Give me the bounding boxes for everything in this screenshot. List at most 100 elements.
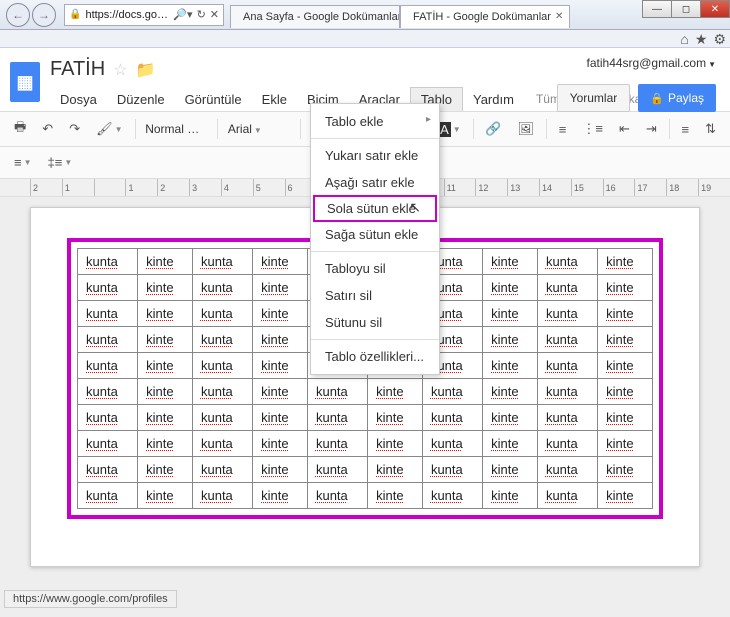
align-button[interactable]: ≡ — [675, 118, 695, 141]
table-cell[interactable]: kinte — [138, 353, 193, 379]
table-cell[interactable]: kinte — [483, 327, 538, 353]
table-cell[interactable]: kinte — [368, 483, 423, 509]
home-icon[interactable]: ⌂ — [680, 31, 688, 48]
table-cell[interactable]: kinte — [138, 405, 193, 431]
table-cell[interactable]: kinte — [483, 483, 538, 509]
table-cell[interactable]: kinte — [138, 379, 193, 405]
table-cell[interactable]: kinte — [253, 457, 308, 483]
decrease-indent-button[interactable]: ⇤ — [613, 117, 636, 141]
redo-button[interactable]: ↷ — [63, 117, 86, 141]
table-cell[interactable]: kinte — [483, 353, 538, 379]
table-cell[interactable]: kinte — [598, 431, 653, 457]
table-cell[interactable]: kunta — [78, 483, 138, 509]
window-maximize-button[interactable]: ◻ — [671, 0, 701, 18]
table-cell[interactable]: kunta — [78, 431, 138, 457]
table-cell[interactable]: kinte — [368, 431, 423, 457]
table-cell[interactable]: kunta — [307, 483, 367, 509]
insert-link-button[interactable]: 🔗 — [479, 117, 507, 141]
table-cell[interactable]: kunta — [78, 301, 138, 327]
table-cell[interactable]: kunta — [537, 327, 597, 353]
favorites-icon[interactable]: ★ — [695, 31, 708, 48]
numbered-list-button[interactable]: ≡ — [553, 118, 573, 141]
table-cell[interactable]: kinte — [598, 483, 653, 509]
table-cell[interactable]: kunta — [78, 275, 138, 301]
table-cell[interactable]: kinte — [138, 249, 193, 275]
browser-tab[interactable]: Ana Sayfa - Google Dokümanlar — [230, 5, 400, 28]
account-menu[interactable]: fatih44srg@gmail.com▼ — [587, 56, 716, 70]
browser-tab-active[interactable]: FATİH - Google Dokümanlar ✕ — [400, 5, 570, 28]
window-minimize-button[interactable]: — — [642, 0, 672, 18]
table-cell[interactable]: kunta — [537, 431, 597, 457]
stop-icon[interactable]: ✕ — [210, 8, 219, 21]
menu-view[interactable]: Görüntüle — [175, 88, 252, 111]
table-cell[interactable]: kunta — [192, 249, 252, 275]
tab-close-icon[interactable]: ✕ — [555, 11, 563, 22]
menu-insert-col-left[interactable]: Sola sütun ekle ↖ — [313, 195, 437, 222]
table-cell[interactable]: kunta — [422, 483, 482, 509]
align-left-button[interactable]: ≡▼ — [8, 151, 38, 174]
insert-image-button[interactable]: 🖼 — [512, 117, 541, 141]
table-cell[interactable]: kunta — [307, 431, 367, 457]
table-cell[interactable]: kinte — [253, 275, 308, 301]
table-cell[interactable]: kunta — [307, 379, 367, 405]
paragraph-style-select[interactable]: Normal me...▼ — [141, 120, 211, 138]
table-cell[interactable]: kinte — [598, 353, 653, 379]
table-cell[interactable]: kinte — [483, 405, 538, 431]
table-cell[interactable]: kinte — [253, 483, 308, 509]
table-cell[interactable]: kunta — [192, 353, 252, 379]
menu-delete-table[interactable]: Tabloyu sil — [311, 255, 439, 282]
table-cell[interactable]: kunta — [78, 249, 138, 275]
table-cell[interactable]: kunta — [192, 301, 252, 327]
table-cell[interactable]: kinte — [138, 327, 193, 353]
table-cell[interactable]: kinte — [253, 431, 308, 457]
table-cell[interactable]: kinte — [253, 379, 308, 405]
table-cell[interactable]: kunta — [192, 327, 252, 353]
table-cell[interactable]: kunta — [537, 301, 597, 327]
table-cell[interactable]: kunta — [78, 353, 138, 379]
menu-insert-row-above[interactable]: Yukarı satır ekle — [311, 142, 439, 169]
menu-table-properties[interactable]: Tablo özellikleri... — [311, 343, 439, 370]
table-cell[interactable]: kunta — [307, 405, 367, 431]
table-cell[interactable]: kunta — [192, 431, 252, 457]
comments-button[interactable]: Yorumlar — [557, 84, 631, 112]
undo-button[interactable]: ↶ — [36, 117, 59, 141]
search-dropdown-icon[interactable]: 🔎▾ — [173, 8, 192, 21]
menu-file[interactable]: Dosya — [50, 88, 107, 111]
table-cell[interactable]: kunta — [307, 457, 367, 483]
menu-insert-col-right[interactable]: Sağa sütun ekle — [311, 221, 439, 248]
bulleted-list-button[interactable]: ⋮≡ — [576, 117, 609, 141]
refresh-icon[interactable]: ↻ — [197, 8, 206, 21]
table-cell[interactable]: kunta — [192, 379, 252, 405]
table-cell[interactable]: kinte — [138, 275, 193, 301]
table-cell[interactable]: kunta — [537, 457, 597, 483]
table-cell[interactable]: kinte — [598, 249, 653, 275]
table-cell[interactable]: kinte — [253, 249, 308, 275]
table-cell[interactable]: kinte — [138, 301, 193, 327]
table-cell[interactable]: kinte — [483, 301, 538, 327]
folder-icon[interactable]: 📁 — [136, 60, 156, 80]
table-cell[interactable]: kunta — [78, 379, 138, 405]
table-cell[interactable]: kunta — [422, 379, 482, 405]
menu-insert-row-below[interactable]: Aşağı satır ekle — [311, 169, 439, 196]
table-cell[interactable]: kinte — [253, 405, 308, 431]
table-cell[interactable]: kunta — [537, 379, 597, 405]
nav-back-button[interactable]: ← — [6, 3, 30, 27]
table-cell[interactable]: kinte — [483, 275, 538, 301]
table-cell[interactable]: kinte — [483, 457, 538, 483]
share-button[interactable]: 🔒 Paylaş — [638, 84, 716, 112]
paint-format-button[interactable]: 🖌▼ — [90, 117, 128, 141]
table-cell[interactable]: kunta — [537, 275, 597, 301]
increase-indent-button[interactable]: ⇥ — [640, 117, 663, 141]
table-cell[interactable]: kunta — [537, 353, 597, 379]
font-family-select[interactable]: Arial▼ — [224, 120, 294, 138]
table-cell[interactable]: kinte — [138, 457, 193, 483]
table-cell[interactable]: kinte — [138, 483, 193, 509]
table-cell[interactable]: kunta — [192, 275, 252, 301]
table-cell[interactable]: kinte — [368, 457, 423, 483]
tools-icon[interactable]: ⚙ — [713, 31, 726, 48]
table-cell[interactable]: kunta — [422, 431, 482, 457]
menu-delete-row[interactable]: Satırı sil — [311, 282, 439, 309]
line-spacing-button[interactable]: ⇅ — [699, 117, 722, 141]
table-cell[interactable]: kinte — [598, 405, 653, 431]
table-cell[interactable]: kunta — [422, 457, 482, 483]
